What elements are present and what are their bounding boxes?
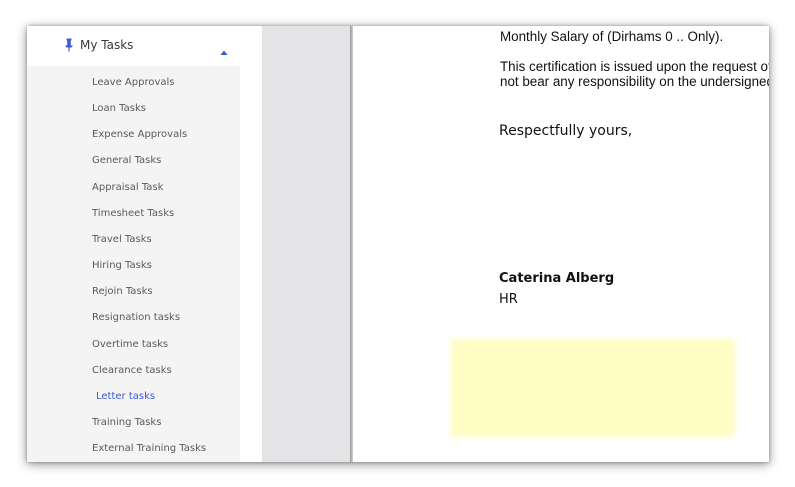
app-window: My Tasks Leave Approvals Loan Tasks Expens… xyxy=(27,26,769,462)
sidebar-item-rejoin-tasks[interactable]: Rejoin Tasks xyxy=(92,285,153,299)
sidebar-item-training-tasks[interactable]: Training Tasks xyxy=(92,416,161,430)
pin-icon xyxy=(64,37,74,52)
sidebar-item-hiring-tasks[interactable]: Hiring Tasks xyxy=(92,259,152,273)
my-tasks-title: My Tasks xyxy=(80,38,134,52)
sidebar-item-loan-tasks[interactable]: Loan Tasks xyxy=(92,102,146,116)
sidebar-item-appraisal-task[interactable]: Appraisal Task xyxy=(92,181,163,195)
sidebar-item-travel-tasks[interactable]: Travel Tasks xyxy=(92,233,152,247)
sidebar: My Tasks Leave Approvals Loan Tasks Expens… xyxy=(27,26,240,462)
signer-role: HR xyxy=(499,292,518,307)
sidebar-item-external-training-tasks[interactable]: External Training Tasks xyxy=(92,442,206,456)
signer-name: Caterina Alberg xyxy=(499,271,615,286)
sidebar-item-general-tasks[interactable]: General Tasks xyxy=(92,154,161,168)
document-line-responsibility: not bear any responsibility on the under… xyxy=(500,74,769,89)
sidebar-item-leave-approvals[interactable]: Leave Approvals xyxy=(92,76,175,90)
sidebar-item-overtime-tasks[interactable]: Overtime tasks xyxy=(92,338,168,352)
content-gutter xyxy=(240,26,262,462)
caret-up-icon[interactable] xyxy=(220,41,228,55)
document-page: Monthly Salary of (Dirhams 0 .. Only). T… xyxy=(353,26,769,462)
sidebar-item-letter-tasks[interactable]: Letter tasks xyxy=(96,390,155,404)
sidebar-item-resignation-tasks[interactable]: Resignation tasks xyxy=(92,311,180,325)
document-closing: Respectfully yours, xyxy=(499,123,633,139)
my-tasks-header[interactable]: My Tasks xyxy=(27,26,240,66)
stamp-highlight-area xyxy=(454,342,732,434)
document-viewer-background xyxy=(262,26,352,462)
sidebar-item-clearance-tasks[interactable]: Clearance tasks xyxy=(92,364,172,378)
sidebar-item-timesheet-tasks[interactable]: Timesheet Tasks xyxy=(92,207,174,221)
sidebar-item-expense-approvals[interactable]: Expense Approvals xyxy=(92,128,187,142)
document-line-salary: Monthly Salary of (Dirhams 0 .. Only). xyxy=(500,29,724,44)
document-line-certification: This certification is issued upon the re… xyxy=(500,59,769,74)
